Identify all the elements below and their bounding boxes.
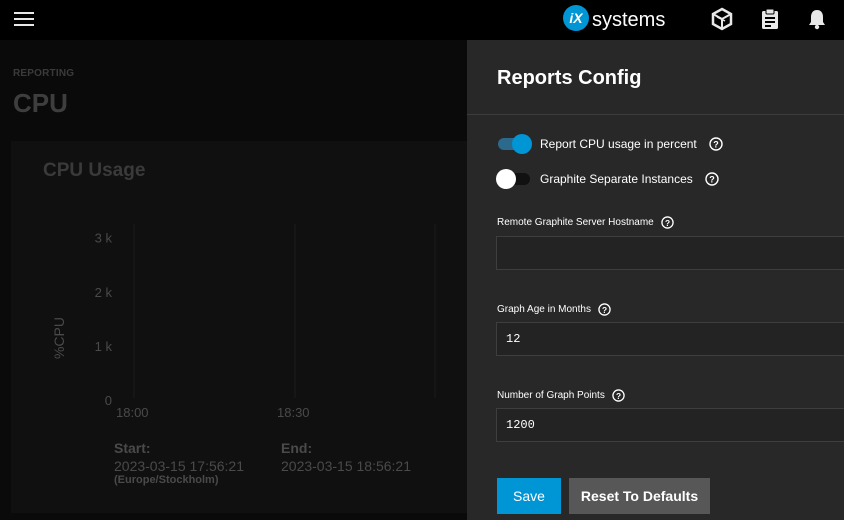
graph-age-input[interactable]: [496, 322, 844, 356]
breadcrumb: REPORTING: [13, 68, 75, 79]
save-button[interactable]: Save: [497, 478, 561, 514]
y-tick-label: 2 k: [95, 285, 113, 300]
panel-divider: [467, 114, 844, 115]
start-value: 2023-03-15 17:56:21: [114, 458, 244, 474]
svg-text:?: ?: [616, 391, 621, 401]
hostname-label: Remote Graphite Server Hostname ?: [497, 216, 674, 229]
graph-points-input[interactable]: [496, 408, 844, 442]
graphite-instances-toggle-row[interactable]: Graphite Separate Instances ?: [496, 168, 719, 190]
graphite-instances-toggle[interactable]: [496, 169, 532, 189]
menu-icon[interactable]: [14, 10, 36, 30]
hostname-input[interactable]: [496, 236, 844, 270]
chart-title: CPU Usage: [43, 160, 146, 181]
svg-text:?: ?: [602, 305, 607, 315]
y-tick-label: 0: [105, 393, 112, 408]
cpu-percent-toggle[interactable]: [496, 134, 532, 154]
bell-icon[interactable]: [805, 7, 829, 31]
x-tick-label: 18:30: [277, 405, 310, 420]
svg-text:?: ?: [665, 218, 670, 228]
end-value: 2023-03-15 18:56:21: [281, 458, 411, 474]
help-icon[interactable]: ?: [661, 216, 674, 229]
y-axis-label: %CPU: [51, 317, 67, 359]
y-tick-label: 3 k: [95, 231, 113, 246]
help-icon[interactable]: ?: [705, 172, 719, 186]
start-label: Start:: [114, 440, 151, 456]
graphite-instances-label: Graphite Separate Instances: [540, 172, 693, 186]
ixsystems-logo[interactable]: iX systems: [562, 4, 678, 32]
reset-defaults-button[interactable]: Reset To Defaults: [569, 478, 710, 514]
top-bar: iX systems: [0, 0, 844, 40]
graph-age-label: Graph Age in Months ?: [497, 303, 611, 316]
timezone-label: (Europe/Stockholm): [114, 474, 219, 486]
x-tick-label: 18:00: [116, 405, 149, 420]
svg-text:?: ?: [713, 140, 719, 150]
help-icon[interactable]: ?: [598, 303, 611, 316]
brand-prefix: iX: [569, 10, 584, 26]
cpu-usage-chart: %CPU 0 1 k 2 k 3 k 18:00 18:30: [51, 224, 436, 420]
brand-name: systems: [592, 9, 665, 31]
cpu-percent-toggle-row[interactable]: Report CPU usage in percent ?: [496, 133, 723, 155]
help-icon[interactable]: ?: [709, 137, 723, 151]
y-tick-label: 1 k: [95, 339, 113, 354]
clipboard-icon[interactable]: [758, 7, 782, 31]
svg-text:?: ?: [709, 175, 715, 185]
chart-grid: [133, 224, 436, 398]
page-title: CPU: [13, 88, 68, 118]
end-label: End:: [281, 440, 313, 456]
truecommand-icon[interactable]: [710, 7, 734, 31]
cpu-percent-label: Report CPU usage in percent: [540, 137, 697, 151]
help-icon[interactable]: ?: [612, 389, 625, 402]
graph-points-label: Number of Graph Points ?: [497, 389, 625, 402]
panel-title: Reports Config: [497, 67, 642, 89]
reports-config-panel: Reports Config Report CPU usage in perce…: [467, 40, 844, 520]
